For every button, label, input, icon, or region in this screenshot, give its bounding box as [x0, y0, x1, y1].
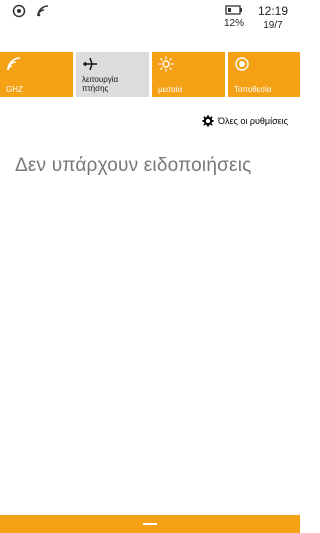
- location-tile[interactable]: Τοποθεσία: [228, 52, 300, 97]
- wifi-icon: [37, 5, 49, 17]
- airplane-icon: [83, 57, 97, 71]
- wifi-tile[interactable]: GHZ: [0, 52, 73, 97]
- status-bar-left: [12, 4, 50, 18]
- battery-indicator: 12%: [224, 4, 244, 31]
- wifi-tile-label: GHZ: [6, 85, 23, 94]
- brightness-tile[interactable]: μεσαία: [152, 52, 225, 97]
- brightness-tile-label: μεσαία: [158, 85, 183, 94]
- battery-percent: 12%: [223, 18, 244, 29]
- gear-icon: [202, 115, 214, 127]
- airplane-tile-label: λειτουργία πτήσης: [82, 75, 119, 93]
- clock-time: 12:19: [257, 4, 288, 18]
- notification-icon: [12, 4, 26, 18]
- brightness-icon: [158, 56, 174, 72]
- empty-notifications-message: Δεν υπάρχουν ειδοποιήσεις: [15, 155, 252, 176]
- location-tile-label: Τοποθεσία: [234, 85, 272, 94]
- status-bar-right: 12% 12:19 19/7: [224, 4, 288, 31]
- quick-actions-row: GHZ λειτουργία πτήσης μεσαία Τοποθεσία: [0, 52, 300, 97]
- airplane-mode-tile[interactable]: λειτουργία πτήσης: [76, 52, 149, 97]
- all-settings-label: Όλες οι ρυθμίσεις: [218, 116, 288, 126]
- action-center-handle-bar[interactable]: [0, 515, 300, 533]
- wifi-icon: [7, 57, 21, 71]
- clock: 12:19 19/7: [258, 4, 288, 31]
- location-icon: [235, 57, 249, 71]
- battery-icon: [225, 5, 242, 15]
- status-bar: 12% 12:19 19/7: [0, 0, 300, 36]
- clock-date: 19/7: [263, 20, 283, 31]
- collapse-handle[interactable]: [143, 523, 157, 525]
- all-settings-link[interactable]: Όλες οι ρυθμίσεις: [202, 115, 288, 127]
